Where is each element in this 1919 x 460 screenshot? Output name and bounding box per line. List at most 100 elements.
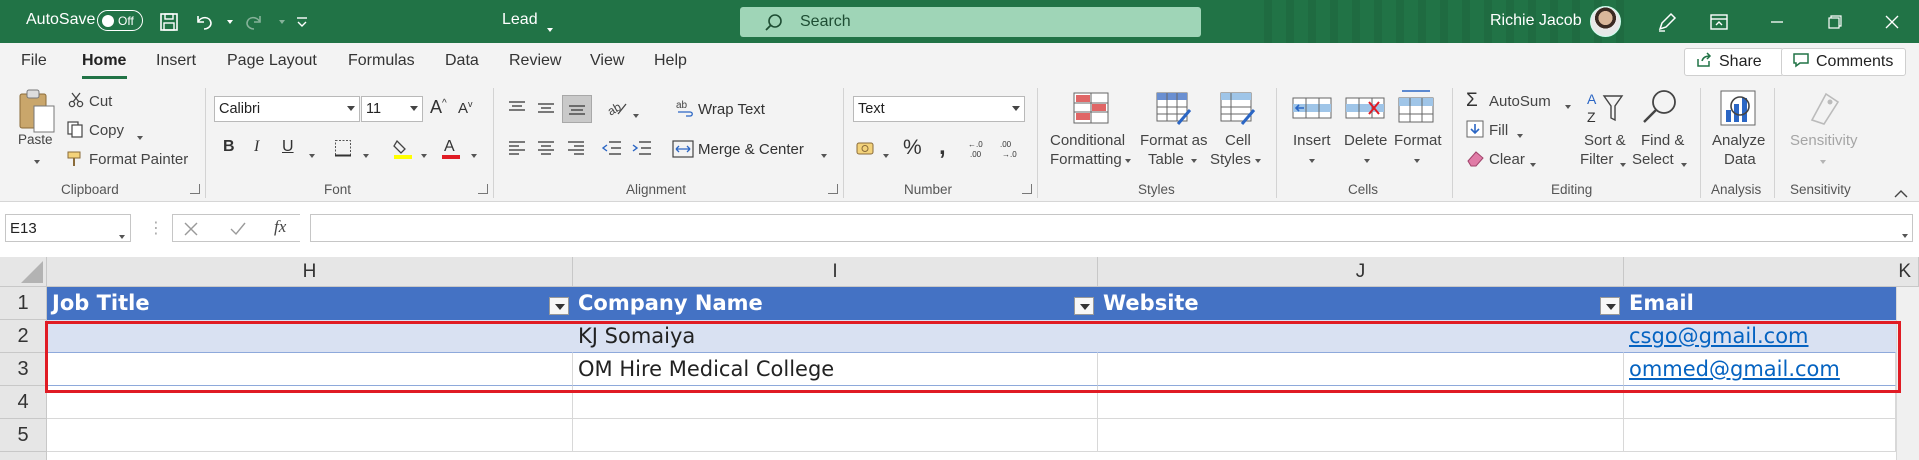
share-button[interactable]: Share: [1684, 48, 1784, 76]
empty-cell[interactable]: [1098, 419, 1624, 452]
delete-cells-icon[interactable]: [1345, 92, 1385, 129]
analyze-data-icon[interactable]: [1718, 88, 1758, 133]
column-header-k[interactable]: K: [1624, 257, 1919, 287]
paste-dropdown-icon[interactable]: [31, 152, 40, 167]
underline-icon[interactable]: U: [282, 138, 294, 156]
format-painter-label[interactable]: Format Painter: [89, 151, 188, 168]
column-header-h[interactable]: H: [47, 257, 573, 287]
empty-cell[interactable]: [1624, 386, 1896, 419]
merge-center-icon[interactable]: [672, 140, 694, 163]
user-name[interactable]: Richie Jacob: [1490, 12, 1582, 30]
ribbon-display-icon[interactable]: [1702, 8, 1736, 36]
fill-color-dropdown-icon[interactable]: [418, 146, 427, 161]
wrap-text-icon[interactable]: ab: [676, 99, 694, 122]
tab-data[interactable]: Data: [445, 52, 479, 70]
conditional-formatting-dropdown-icon[interactable]: [1122, 151, 1131, 166]
align-right-icon[interactable]: [567, 140, 585, 161]
orientation-dropdown-icon[interactable]: [630, 106, 639, 121]
font-size-select[interactable]: 11: [361, 96, 423, 122]
undo-icon[interactable]: [192, 10, 216, 34]
align-center-icon[interactable]: [537, 140, 555, 161]
format-as-table-label-2[interactable]: Table: [1148, 151, 1184, 168]
minimize-icon[interactable]: [1760, 8, 1794, 36]
copy-label[interactable]: Copy: [89, 122, 124, 139]
format-painter-icon[interactable]: [66, 150, 84, 173]
undo-dropdown-icon[interactable]: [216, 10, 240, 34]
row-header-6[interactable]: [0, 452, 47, 460]
sort-filter-dropdown-icon[interactable]: [1617, 155, 1626, 170]
sensitivity-label[interactable]: Sensitivity: [1790, 132, 1858, 149]
comments-button[interactable]: Comments: [1781, 48, 1906, 76]
sort-filter-label-1[interactable]: Sort &: [1584, 132, 1626, 149]
select-all-button[interactable]: [0, 257, 47, 287]
row-header-5[interactable]: 5: [0, 419, 47, 452]
empty-cell[interactable]: [1098, 386, 1624, 419]
table-cell[interactable]: ommed@gmail.com: [1624, 353, 1896, 386]
increase-indent-icon[interactable]: [632, 140, 652, 161]
font-color-dropdown-icon[interactable]: [468, 146, 477, 161]
tab-page-layout[interactable]: Page Layout: [227, 52, 317, 70]
cell-styles-label-2[interactable]: Styles: [1210, 151, 1251, 168]
table-header-cell[interactable]: Job Title: [47, 287, 573, 320]
row-header-3[interactable]: 3: [0, 353, 47, 386]
find-select-dropdown-icon[interactable]: [1678, 155, 1687, 170]
insert-cells-dropdown-icon[interactable]: [1306, 151, 1315, 166]
clipboard-launcher-icon[interactable]: [190, 184, 200, 194]
copy-dropdown-icon[interactable]: [134, 128, 143, 143]
sensitivity-dropdown-icon[interactable]: [1817, 152, 1826, 167]
find-select-label-2[interactable]: Select: [1632, 151, 1674, 168]
fill-dropdown-icon[interactable]: [1514, 126, 1523, 141]
conditional-formatting-label-1[interactable]: Conditional: [1050, 132, 1125, 149]
row-header-4[interactable]: 4: [0, 386, 47, 419]
cell-styles-label-1[interactable]: Cell: [1225, 132, 1251, 149]
table-header-cell[interactable]: Email: [1624, 287, 1896, 320]
percent-style-icon[interactable]: %: [903, 136, 922, 160]
analyze-data-label-1[interactable]: Analyze: [1712, 132, 1765, 149]
fill-icon[interactable]: [1466, 120, 1484, 143]
format-as-table-label-1[interactable]: Format as: [1140, 132, 1208, 149]
cut-icon[interactable]: [68, 92, 84, 113]
format-cells-label[interactable]: Format: [1394, 132, 1442, 149]
format-as-table-dropdown-icon[interactable]: [1188, 151, 1197, 166]
autosum-label[interactable]: AutoSum: [1489, 93, 1551, 110]
table-cell[interactable]: [1098, 353, 1624, 386]
cut-label[interactable]: Cut: [89, 93, 112, 110]
accounting-format-icon[interactable]: [856, 140, 878, 163]
title-dropdown-icon[interactable]: [544, 19, 553, 37]
tab-help[interactable]: Help: [654, 52, 687, 70]
align-top-icon[interactable]: [508, 100, 526, 121]
paste-label[interactable]: Paste: [18, 132, 53, 147]
vertical-scrollbar[interactable]: [1896, 287, 1919, 460]
autosum-dropdown-icon[interactable]: [1562, 97, 1571, 112]
filter-dropdown-icon[interactable]: [1074, 297, 1094, 315]
name-box-dropdown-icon[interactable]: [116, 226, 125, 243]
table-cell[interactable]: OM Hire Medical College: [573, 353, 1098, 386]
filter-dropdown-icon[interactable]: [1600, 297, 1620, 315]
borders-dropdown-icon[interactable]: [360, 146, 369, 161]
cell-styles-dropdown-icon[interactable]: [1252, 151, 1261, 166]
autosum-icon[interactable]: Σ: [1466, 90, 1478, 112]
align-middle-icon[interactable]: [537, 100, 555, 121]
wrap-text-label[interactable]: Wrap Text: [698, 101, 765, 118]
document-title[interactable]: Lead: [502, 11, 538, 29]
table-cell[interactable]: csgo@gmail.com: [1624, 320, 1896, 353]
name-box[interactable]: E13: [5, 214, 131, 242]
borders-icon[interactable]: [334, 139, 352, 162]
empty-cell[interactable]: [573, 419, 1098, 452]
tab-view[interactable]: View: [590, 52, 624, 70]
column-header-j[interactable]: J: [1098, 257, 1624, 287]
table-cell[interactable]: [47, 353, 573, 386]
sort-filter-icon[interactable]: AZ: [1586, 90, 1624, 131]
font-name-select[interactable]: Calibri: [214, 96, 360, 122]
save-icon[interactable]: [157, 10, 181, 34]
enter-icon[interactable]: [230, 222, 246, 241]
customize-qat-icon[interactable]: [290, 10, 314, 34]
find-select-label-1[interactable]: Find &: [1641, 132, 1684, 149]
analyze-data-label-2[interactable]: Data: [1724, 151, 1756, 168]
clear-dropdown-icon[interactable]: [1527, 155, 1536, 170]
format-cells-dropdown-icon[interactable]: [1411, 151, 1420, 166]
empty-cell[interactable]: [1624, 419, 1896, 452]
user-avatar[interactable]: [1590, 6, 1621, 37]
cell-styles-icon[interactable]: [1220, 92, 1256, 131]
comma-style-icon[interactable]: ,: [939, 133, 946, 161]
